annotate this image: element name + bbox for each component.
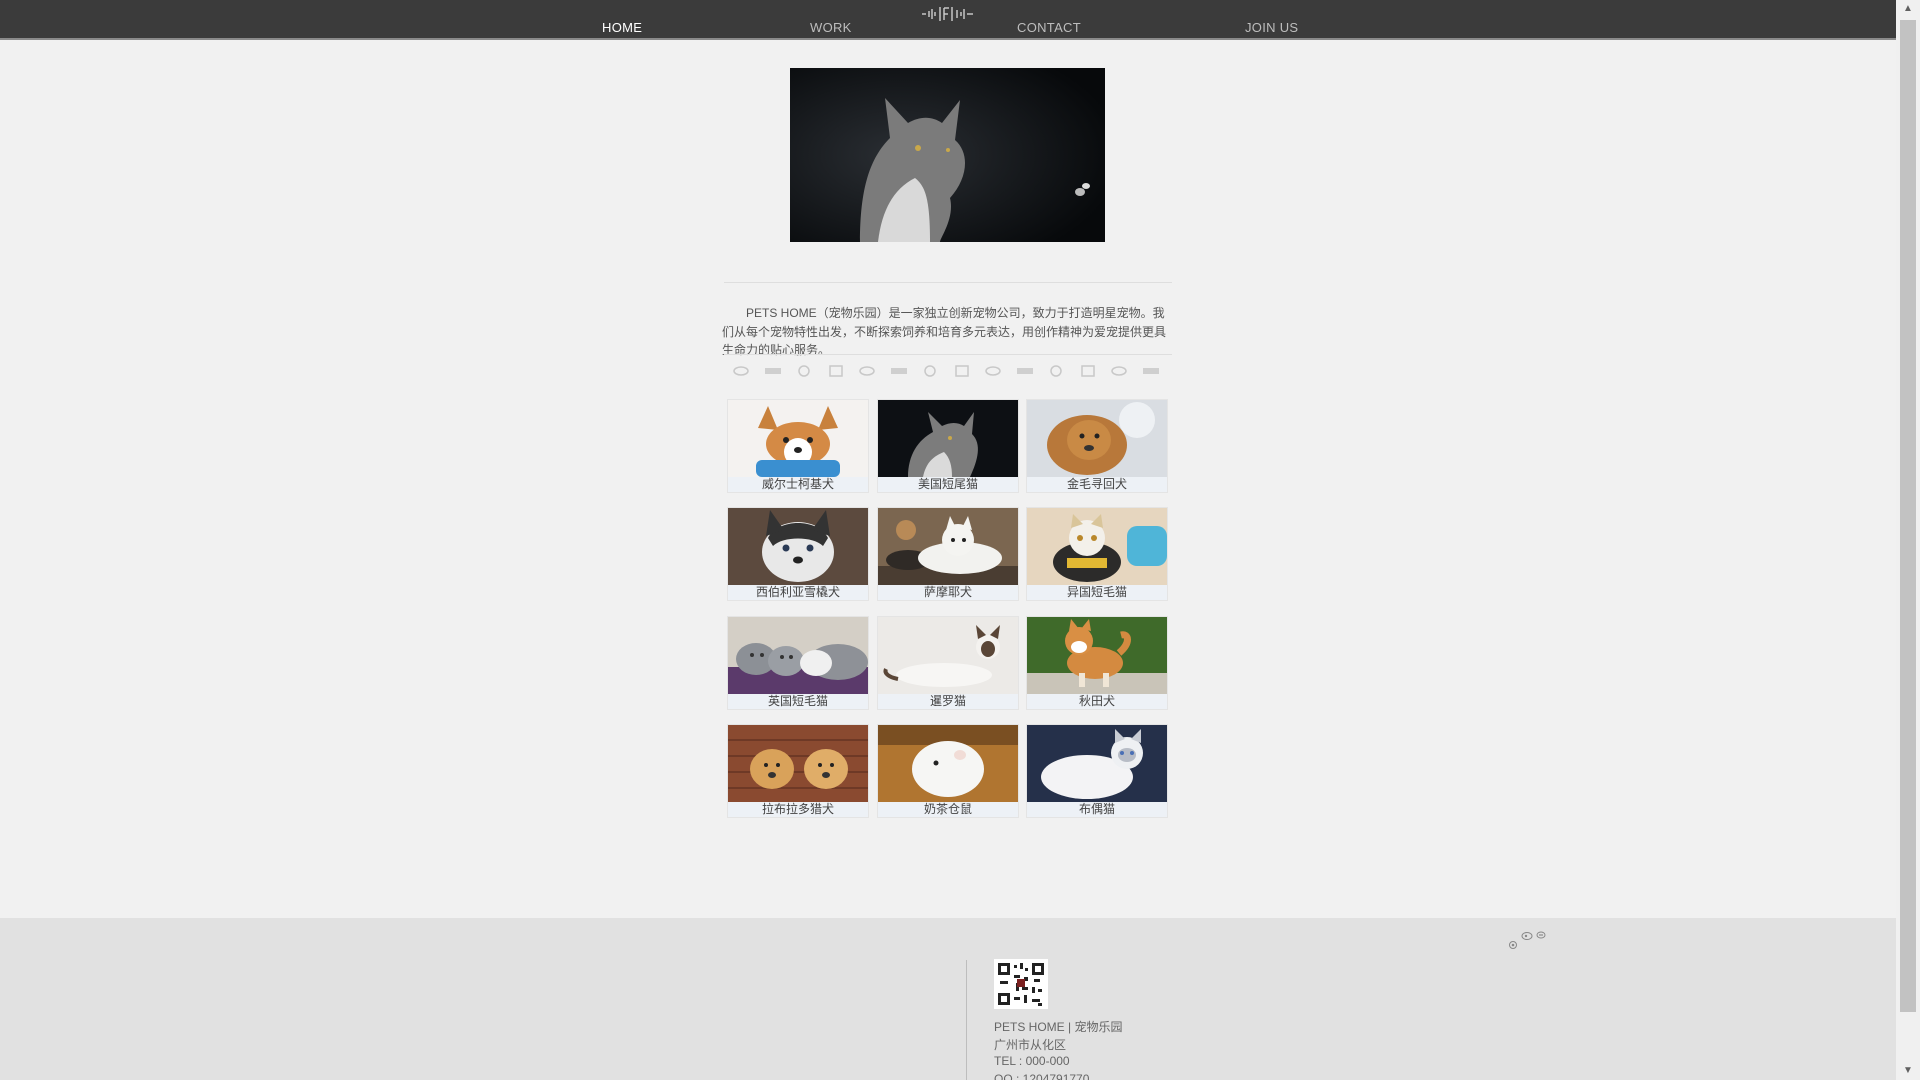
brand-logo-icon bbox=[733, 366, 749, 376]
scroll-down-arrow-icon[interactable]: ▼ bbox=[1896, 1062, 1920, 1080]
brand-logo-icon bbox=[764, 368, 781, 374]
pet-image bbox=[878, 400, 1018, 477]
sound-wave-logo-icon[interactable] bbox=[920, 5, 976, 23]
pet-image bbox=[878, 617, 1018, 694]
weibo-icon[interactable] bbox=[1521, 930, 1533, 940]
footer-qq: QQ : 1204791770 bbox=[994, 1072, 1090, 1080]
pet-name: 暹罗猫 bbox=[878, 694, 1018, 709]
pet-image bbox=[1027, 400, 1167, 477]
pet-image bbox=[878, 508, 1018, 585]
brand-logos-row bbox=[730, 360, 1162, 382]
brand-logo-icon bbox=[1050, 365, 1063, 377]
brand-logo-icon bbox=[828, 365, 843, 377]
pet-card[interactable]: 金毛寻回犬 bbox=[1026, 399, 1168, 493]
pet-image bbox=[728, 725, 868, 802]
brand-logo-icon bbox=[859, 366, 875, 376]
pet-image bbox=[728, 508, 868, 585]
nav-work[interactable]: WORK bbox=[810, 20, 852, 35]
nav-join-us[interactable]: JOIN US bbox=[1245, 20, 1298, 35]
divider bbox=[724, 354, 1172, 355]
pet-card[interactable]: 异国短毛猫 bbox=[1026, 507, 1168, 601]
brand-logo-icon bbox=[1111, 366, 1128, 376]
pet-name: 金毛寻回犬 bbox=[1027, 477, 1167, 492]
page: HOME WORK CONTACT JOIN US PETS HOME（宠物乐园… bbox=[0, 0, 1896, 1080]
pet-name: 奶茶仓鼠 bbox=[878, 802, 1018, 817]
pet-name: 西伯利亚雪橇犬 bbox=[728, 585, 868, 600]
footer-tel: TEL : 000-000 bbox=[994, 1054, 1070, 1068]
pet-name: 威尔士柯基犬 bbox=[728, 477, 868, 492]
brand-logo-icon bbox=[1016, 368, 1033, 374]
hero-image bbox=[790, 68, 1105, 242]
divider bbox=[724, 282, 1172, 283]
pet-card[interactable]: 美国短尾猫 bbox=[877, 399, 1019, 493]
pet-card[interactable]: 暹罗猫 bbox=[877, 616, 1019, 710]
vertical-scrollbar[interactable]: ▲ ▼ bbox=[1896, 0, 1920, 1080]
brand-logo-icon bbox=[798, 365, 810, 377]
pet-name: 布偶猫 bbox=[1027, 802, 1167, 817]
footer: PETS HOME | 宠物乐园 广州市从化区 TEL : 000-000 QQ… bbox=[0, 918, 1896, 1080]
pet-name: 秋田犬 bbox=[1027, 694, 1167, 709]
pet-card[interactable]: 秋田犬 bbox=[1026, 616, 1168, 710]
pet-image bbox=[1027, 617, 1167, 694]
scroll-up-arrow-icon[interactable]: ▲ bbox=[1896, 0, 1920, 18]
footer-address: 广州市从化区 bbox=[994, 1038, 1067, 1052]
qr-code-icon bbox=[994, 959, 1048, 1009]
brand-logo-icon bbox=[1142, 368, 1159, 374]
wechat-icon[interactable] bbox=[1536, 930, 1546, 940]
footer-company: PETS HOME | 宠物乐园 bbox=[994, 1020, 1123, 1034]
brand-logo-icon bbox=[985, 366, 1001, 376]
pet-name: 英国短毛猫 bbox=[728, 694, 868, 709]
pet-name: 异国短毛猫 bbox=[1027, 585, 1167, 600]
pet-image bbox=[728, 400, 868, 477]
brand-logo-icon bbox=[890, 368, 907, 374]
pet-image bbox=[1027, 725, 1167, 802]
pet-card[interactable]: 英国短毛猫 bbox=[727, 616, 869, 710]
pet-name: 美国短尾猫 bbox=[878, 477, 1018, 492]
pet-name: 萨摩耶犬 bbox=[878, 585, 1018, 600]
footer-divider bbox=[966, 960, 967, 1080]
pet-card[interactable]: 萨摩耶犬 bbox=[877, 507, 1019, 601]
pet-image bbox=[1027, 508, 1167, 585]
nav-contact[interactable]: CONTACT bbox=[1017, 20, 1081, 35]
scrollbar-thumb[interactable] bbox=[1900, 20, 1916, 1012]
nav-home[interactable]: HOME bbox=[602, 20, 642, 35]
pet-card[interactable]: 拉布拉多猎犬 bbox=[727, 724, 869, 818]
top-nav: HOME WORK CONTACT JOIN US bbox=[0, 0, 1896, 40]
brand-logo-icon bbox=[954, 365, 969, 377]
pet-card[interactable]: 奶茶仓鼠 bbox=[877, 724, 1019, 818]
pet-card[interactable]: 西伯利亚雪橇犬 bbox=[727, 507, 869, 601]
pet-card[interactable]: 布偶猫 bbox=[1026, 724, 1168, 818]
brand-logo-icon bbox=[1081, 365, 1095, 377]
pet-image bbox=[878, 725, 1018, 802]
brand-logo-icon bbox=[924, 365, 936, 377]
pet-name: 拉布拉多猎犬 bbox=[728, 802, 868, 817]
settings-icon[interactable] bbox=[1508, 940, 1518, 950]
pet-card[interactable]: 威尔士柯基犬 bbox=[727, 399, 869, 493]
pet-image bbox=[728, 617, 868, 694]
intro-text: PETS HOME（宠物乐园）是一家独立创新宠物公司，致力于打造明星宠物。我们从… bbox=[722, 306, 1167, 357]
